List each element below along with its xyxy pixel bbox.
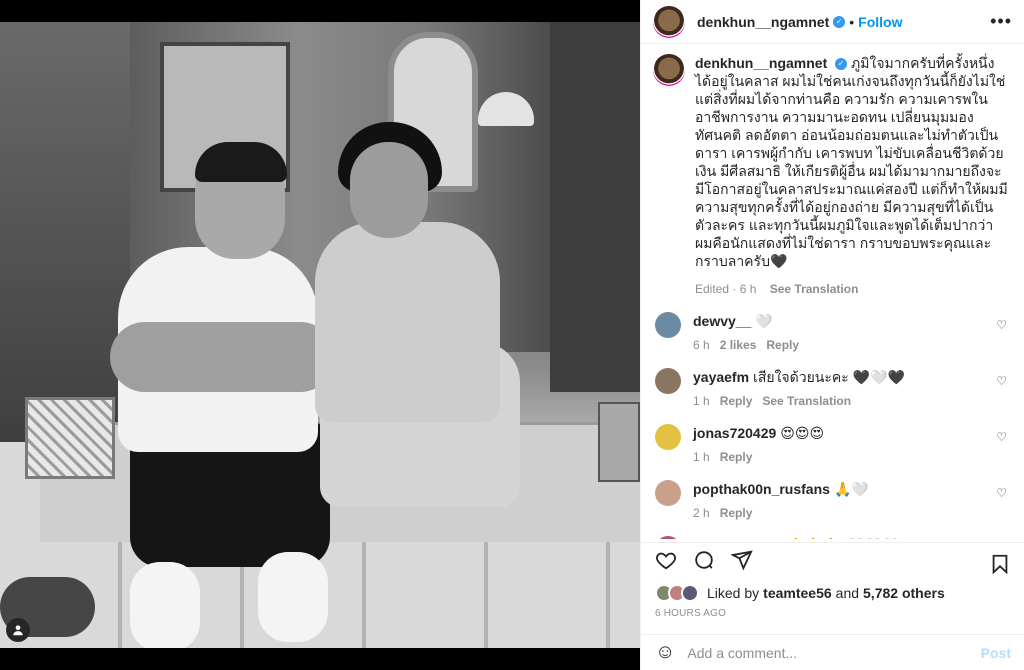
liked-by-row: Liked by teamtee56 and 5,782 others	[655, 584, 949, 602]
commenter-username[interactable]: popthak00n_rusfans	[693, 481, 830, 497]
comment-like-count[interactable]: 2 likes	[720, 338, 757, 352]
comment-text: 🙏🤍	[833, 481, 869, 497]
comment-like-heart-icon[interactable]: ♡	[996, 374, 1007, 388]
bookmark-icon[interactable]	[989, 553, 1011, 580]
comment-item: dewvy__ 🤍 6 h 2 likes Reply ♡	[653, 312, 1009, 354]
comment-like-heart-icon[interactable]: ♡	[996, 430, 1007, 444]
author-avatar[interactable]	[653, 5, 685, 38]
photo-background-left	[0, 22, 130, 442]
verified-badge-icon: ✓	[833, 15, 846, 28]
commenter-avatar[interactable]	[655, 424, 681, 450]
liked-by-and: and	[835, 585, 860, 601]
comment-item: yayaefm เสียใจด้วยนะคะ 🖤🤍🖤 1 h Reply See Tra…	[653, 368, 1009, 410]
photo-door	[550, 22, 640, 392]
person-2-head	[350, 142, 428, 238]
comment-time: 6 h	[693, 338, 710, 352]
post-photo[interactable]	[0, 0, 640, 670]
reply-button[interactable]: Reply	[720, 450, 753, 464]
person-2-body	[315, 222, 500, 422]
comment-meta: 2 h Reply	[693, 504, 993, 522]
post-header: denkhun__ngamnet ✓ • Follow •••	[641, 0, 1024, 44]
post-side-panel: denkhun__ngamnet ✓ • Follow ••• denkhun_…	[640, 0, 1024, 670]
reply-button[interactable]: Reply	[720, 394, 753, 408]
follow-button[interactable]: Follow	[858, 14, 902, 30]
caption-text: ภูมิใจมากครับที่ครั้งหนึ่งได้อยู่ในคลาส …	[695, 55, 1008, 269]
add-comment-bar: ☺ Post	[641, 634, 1024, 670]
commenter-avatar[interactable]	[655, 480, 681, 506]
liker-avatar	[681, 584, 699, 602]
like-heart-icon[interactable]	[655, 549, 677, 576]
liked-by-user[interactable]: teamtee56	[763, 585, 832, 601]
reply-button[interactable]: Reply	[766, 338, 799, 352]
see-translation-link[interactable]: See Translation	[762, 394, 851, 408]
caption-username[interactable]: denkhun__ngamnet	[695, 55, 827, 71]
comment-item: popthak00n_rusfans 🙏🤍 2 h Reply ♡	[653, 480, 1009, 522]
commenter-avatar[interactable]	[655, 312, 681, 338]
comment-time: 1 h	[693, 450, 710, 464]
comment-text: 🤍	[755, 313, 773, 329]
comment-item: jonas720429 😍😍😍 1 h Reply ♡	[653, 424, 1009, 466]
comment-item: pun_pun_468🙏🙏🙏..🤍🤍🤍3 hReply♡	[653, 536, 1009, 539]
photo-basket	[25, 397, 115, 479]
comment-text: เสียใจด้วยนะคะ 🖤🤍🖤	[753, 369, 905, 385]
comment-time: 2 h	[693, 506, 710, 520]
comments-list[interactable]: denkhun__ngamnet ✓ ภูมิใจมากครับที่ครั้ง…	[641, 44, 1024, 539]
commenter-avatar[interactable]	[655, 368, 681, 394]
commenter-username[interactable]: pun_pun_468	[693, 537, 783, 539]
comment-bubble-icon[interactable]	[693, 549, 715, 576]
action-bar	[641, 542, 1024, 582]
commenter-avatar[interactable]	[655, 536, 681, 539]
liked-by-prefix: Liked by	[707, 585, 760, 601]
see-translation-link[interactable]: See Translation	[770, 282, 859, 296]
tagged-users-icon[interactable]	[6, 618, 30, 642]
comment-like-heart-icon[interactable]: ♡	[996, 318, 1007, 332]
photo-image	[0, 22, 640, 648]
comment-time: 1 h	[693, 394, 710, 408]
person-1-sock	[130, 562, 200, 648]
liked-by-avatars	[655, 584, 699, 602]
separator-dot: •	[849, 13, 855, 30]
person-1-sock	[258, 552, 328, 642]
like-count[interactable]: 5,782 others	[863, 585, 945, 601]
comment-meta: 6 h 2 likes Reply	[693, 336, 993, 354]
comment-meta: 1 h Reply See Translation	[693, 392, 993, 410]
commenter-username[interactable]: yayaefm	[693, 369, 749, 385]
comment-meta: 1 h Reply	[693, 448, 993, 466]
commenter-username[interactable]: jonas720429	[693, 425, 776, 441]
author-username[interactable]: denkhun__ngamnet	[697, 14, 829, 30]
author-avatar[interactable]	[653, 54, 685, 86]
post-comment-button[interactable]: Post	[981, 645, 1011, 661]
person-1-arms	[110, 322, 335, 392]
post-timestamp[interactable]: 6 hours ago	[655, 608, 726, 619]
share-icon[interactable]	[729, 549, 753, 576]
edited-time: Edited · 6 h	[695, 282, 757, 296]
post-caption: denkhun__ngamnet ✓ ภูมิใจมากครับที่ครั้ง…	[653, 54, 1009, 298]
emoji-icon[interactable]: ☺	[655, 641, 675, 664]
comment-text: 🙏🙏🙏..🤍🤍🤍	[787, 537, 899, 539]
comment-input[interactable]	[687, 644, 981, 661]
photo-box	[598, 402, 640, 482]
more-options-icon[interactable]: •••	[990, 12, 1012, 30]
verified-badge-icon: ✓	[835, 58, 848, 71]
person-1-hair	[195, 142, 287, 182]
reply-button[interactable]: Reply	[720, 506, 753, 520]
comment-text: 😍😍😍	[780, 425, 825, 441]
comment-like-heart-icon[interactable]: ♡	[996, 486, 1007, 500]
commenter-username[interactable]: dewvy__	[693, 313, 751, 329]
